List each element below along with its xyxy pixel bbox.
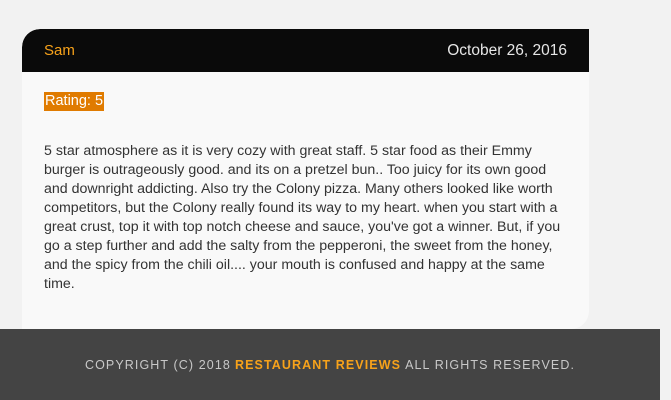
reviewer-name: Sam xyxy=(44,42,75,59)
review-text: 5 star atmosphere as it is very cozy wit… xyxy=(44,143,561,292)
review-header: Sam October 26, 2016 xyxy=(22,29,589,72)
rating-row: Rating: 5 xyxy=(44,92,589,112)
review-card: Sam October 26, 2016 Rating: 5 5 star at… xyxy=(22,29,589,329)
footer-rights: All Rights Reserved. xyxy=(405,357,576,372)
footer: Copyright (c) 2018 Restaurant Reviews Al… xyxy=(0,329,660,400)
page: Sam October 26, 2016 Rating: 5 5 star at… xyxy=(0,0,671,400)
footer-copyright: Copyright (c) 2018 xyxy=(84,357,231,372)
rating-badge: Rating: 5 xyxy=(44,92,105,111)
review-date: October 26, 2016 xyxy=(447,41,567,59)
footer-brand: Restaurant Reviews xyxy=(234,357,402,372)
